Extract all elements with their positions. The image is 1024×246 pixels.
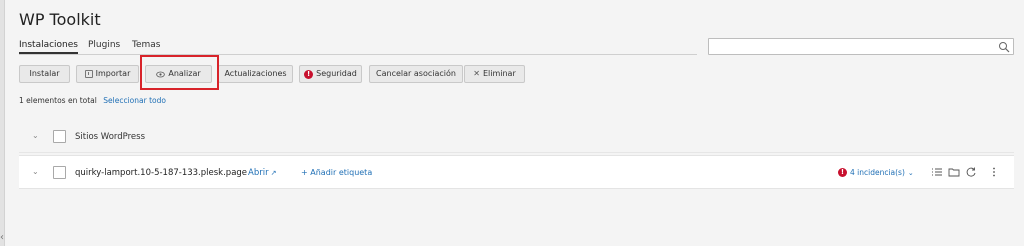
import-button[interactable]: Importar xyxy=(76,65,139,83)
search-icon[interactable] xyxy=(998,41,1010,53)
select-all-link[interactable]: Seleccionar todo xyxy=(103,96,166,105)
select-all-checkbox[interactable] xyxy=(53,130,66,143)
list-icon[interactable] xyxy=(931,166,943,178)
alert-icon: ! xyxy=(304,69,314,79)
column-label: Sitios WordPress xyxy=(75,132,146,142)
site-name[interactable]: quirky-lamport.10-5-187-133.plesk.page xyxy=(75,168,247,178)
tab-plugins[interactable]: Plugins xyxy=(88,40,120,54)
updates-label: Actualizaciones xyxy=(224,69,287,78)
refresh-icon[interactable] xyxy=(965,166,977,178)
row-checkbox[interactable] xyxy=(53,166,66,179)
search-input[interactable] xyxy=(709,44,989,59)
delete-button[interactable]: ✕ Eliminar xyxy=(464,65,525,83)
open-label: Abrir xyxy=(248,168,269,178)
analyze-label: Analizar xyxy=(168,69,201,78)
import-label: Importar xyxy=(95,69,131,78)
tab-temas[interactable]: Temas xyxy=(132,40,160,54)
external-link-icon: ↗ xyxy=(270,169,277,177)
issues-label: 4 incidencia(s) xyxy=(850,168,905,177)
add-tag-label: Añadir etiqueta xyxy=(310,168,373,177)
eye-icon xyxy=(156,71,166,77)
expand-all-icon[interactable]: ⌄ xyxy=(32,131,39,140)
search-box[interactable] xyxy=(708,38,1014,59)
updates-button[interactable]: Actualizaciones xyxy=(218,65,293,83)
collapse-chevron-icon[interactable]: ‹ xyxy=(0,231,8,245)
tab-instalaciones[interactable]: Instalaciones xyxy=(19,40,78,54)
analyze-button[interactable]: Analizar xyxy=(145,65,212,83)
more-icon[interactable] xyxy=(988,166,1000,178)
cancel-association-label: Cancelar asociación xyxy=(376,69,456,78)
add-tag-link[interactable]: + Añadir etiqueta xyxy=(301,168,372,177)
folder-icon[interactable] xyxy=(948,166,960,178)
summary: 1 elementos en total Seleccionar todo xyxy=(19,96,166,105)
list-header: ⌄ Sitios WordPress xyxy=(19,121,1014,153)
page-title: WP Toolkit xyxy=(19,10,101,29)
chevron-down-icon: ⌄ xyxy=(907,168,914,177)
import-icon xyxy=(84,70,93,78)
alert-icon: ! xyxy=(838,168,847,177)
tab-bar: Instalaciones Plugins Temas xyxy=(19,40,697,55)
install-label: Instalar xyxy=(29,69,60,78)
item-count: 1 elementos en total xyxy=(19,96,97,105)
cancel-association-button[interactable]: Cancelar asociación xyxy=(369,65,463,83)
security-label: Seguridad xyxy=(316,69,357,78)
install-button[interactable]: Instalar xyxy=(19,65,70,83)
delete-label: Eliminar xyxy=(482,69,516,78)
left-rail xyxy=(0,0,5,246)
table-row[interactable]: ⌄ quirky-lamport.10-5-187-133.plesk.page… xyxy=(19,155,1014,189)
issues-link[interactable]: ! 4 incidencia(s) ⌄ xyxy=(838,168,914,177)
security-button[interactable]: ! Seguridad xyxy=(299,65,362,83)
close-icon: ✕ xyxy=(473,69,480,78)
open-link[interactable]: Abrir ↗ xyxy=(248,168,276,178)
chevron-down-icon[interactable]: ⌄ xyxy=(32,167,39,176)
